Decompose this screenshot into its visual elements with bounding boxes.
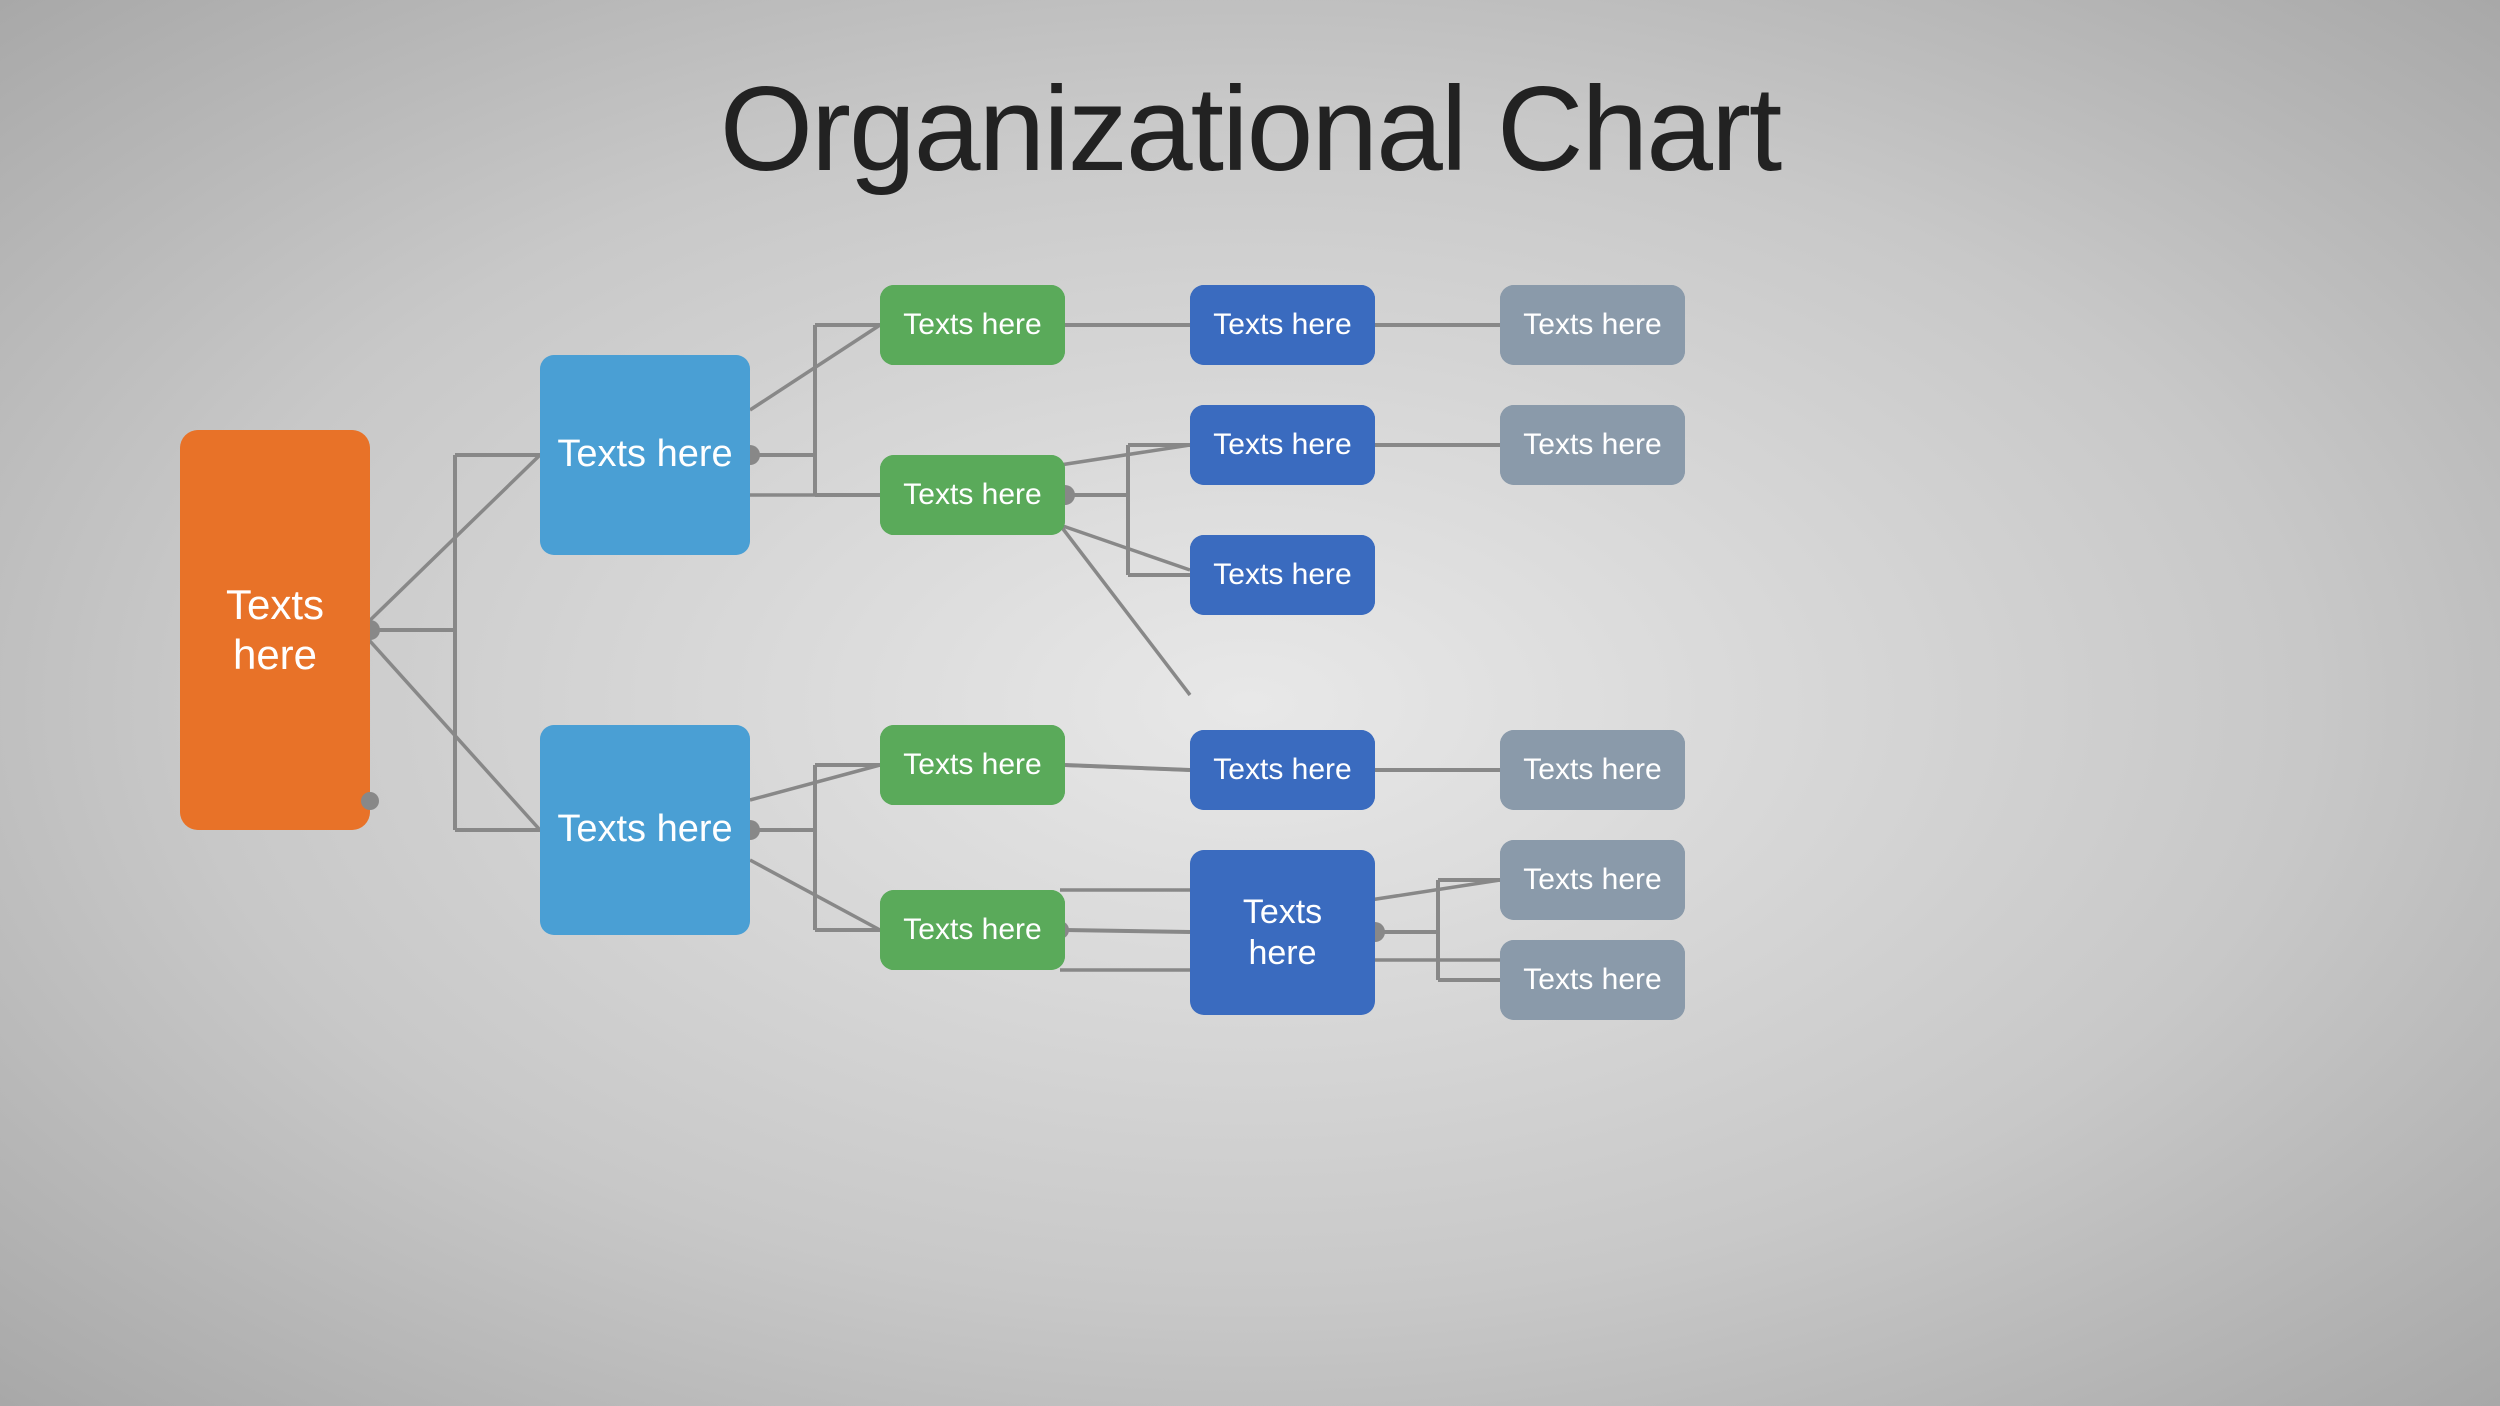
node-l3a: Texts here [1190,285,1375,365]
node-l4d: Texts here [1500,840,1685,920]
node-l4e: Texts here [1500,940,1685,1020]
nodes-container: Texts here Texts here Texts here Texts h… [0,0,2500,1406]
node-l2a: Texts here [880,285,1065,365]
node-root: Texts here [180,430,370,830]
node-l3f: Texts here [1190,850,1375,1015]
node-l4a: Texts here [1500,285,1685,365]
node-l3e: Texts here [1190,730,1375,810]
node-l3c: Texts here [1190,535,1375,615]
node-l4b: Texts here [1500,405,1685,485]
node-l1a: Texts here [540,355,750,555]
dot-root [361,792,379,810]
node-l2d: Texts here [880,890,1065,970]
node-l1b: Texts here [540,725,750,935]
node-l4c: Texts here [1500,730,1685,810]
node-l2b: Texts here [880,455,1065,535]
node-l3b: Texts here [1190,405,1375,485]
node-l2c: Texts here [880,725,1065,805]
